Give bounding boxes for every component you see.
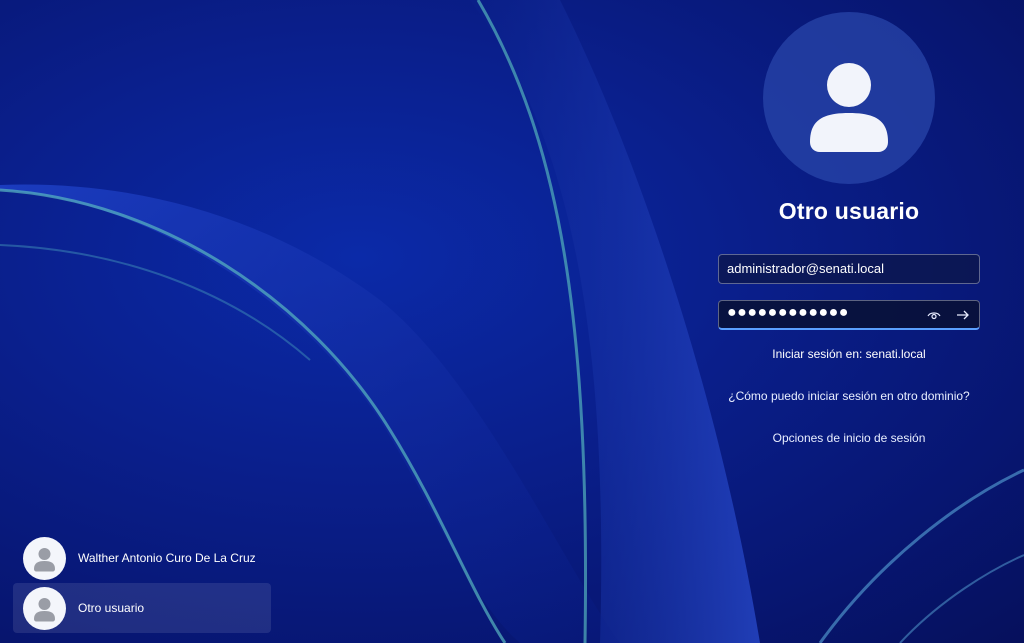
user-avatar-icon bbox=[23, 587, 66, 630]
sign-in-options-link[interactable]: Opciones de inicio de sesión bbox=[699, 431, 999, 445]
lock-screen: Otro usuario administrador@senati.local … bbox=[0, 0, 1024, 643]
user-list-item-selected[interactable]: Otro usuario bbox=[13, 583, 271, 633]
other-domain-link[interactable]: ¿Cómo puedo iniciar sesión en otro domin… bbox=[699, 389, 999, 403]
arrow-right-icon[interactable] bbox=[955, 308, 971, 322]
user-list-name: Otro usuario bbox=[78, 601, 145, 615]
selected-user-name: Otro usuario bbox=[778, 198, 920, 224]
user-avatar-icon bbox=[23, 537, 66, 580]
eye-icon[interactable] bbox=[926, 308, 942, 322]
user-avatar-icon bbox=[763, 12, 935, 184]
username-field[interactable]: administrador@senati.local bbox=[718, 254, 980, 284]
password-field[interactable]: ●●●●●●●●●●●● bbox=[718, 300, 980, 330]
sign-in-domain-label: Iniciar sesión en: senati.local bbox=[772, 347, 926, 361]
password-mask: ●●●●●●●●●●●● bbox=[727, 304, 849, 321]
username-value: administrador@senati.local bbox=[727, 261, 884, 276]
user-list-item[interactable]: Walther Antonio Curo De La Cruz bbox=[13, 533, 271, 583]
user-list-name: Walther Antonio Curo De La Cruz bbox=[78, 551, 256, 565]
